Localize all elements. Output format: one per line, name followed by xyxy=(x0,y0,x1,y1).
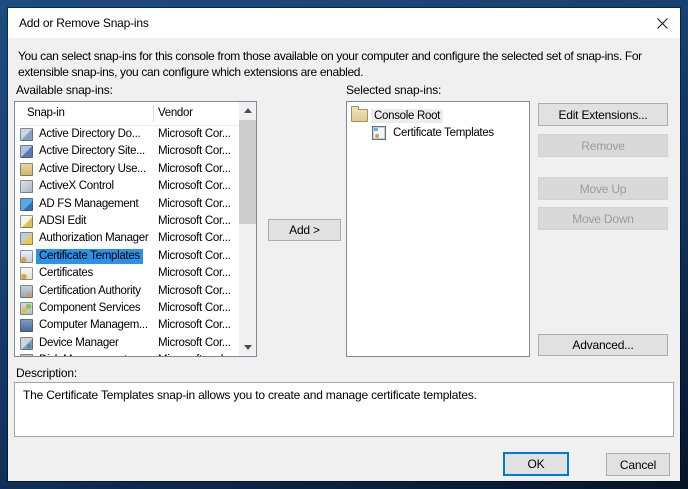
component-services-icon xyxy=(20,302,33,315)
computer-management-icon xyxy=(20,319,33,332)
available-snapins-label: Available snap-ins: xyxy=(16,83,113,97)
list-header: Snap-in Vendor xyxy=(15,102,239,126)
adsi-edit-icon xyxy=(20,215,33,228)
edit-extensions-button[interactable]: Edit Extensions... xyxy=(538,103,668,126)
scrollbar-thumb[interactable] xyxy=(239,120,256,224)
snapin-name: Active Directory Use... xyxy=(36,162,149,177)
snapin-name: Computer Managem... xyxy=(36,318,151,333)
chevron-down-icon xyxy=(244,345,252,350)
snapin-vendor: Microsoft Cor... xyxy=(158,127,231,142)
ok-button[interactable]: OK xyxy=(503,452,569,476)
desktop-background: Add or Remove Snap-ins You can select sn… xyxy=(0,0,688,489)
snapin-row[interactable]: Authorization Manager Microsoft Cor... xyxy=(15,230,239,247)
selected-snapins-tree: Console Root Certificate Templates xyxy=(346,101,530,357)
snapin-row[interactable]: ActiveX Control Microsoft Cor... xyxy=(15,178,239,195)
title-bar: Add or Remove Snap-ins xyxy=(8,8,680,38)
certificate-templates-icon xyxy=(20,250,33,263)
close-icon xyxy=(656,17,669,30)
column-header-snapin[interactable]: Snap-in xyxy=(27,107,65,119)
snapin-vendor: Microsoft Cor... xyxy=(158,144,231,159)
scrollbar-up-button[interactable] xyxy=(239,102,256,119)
active-directory-users-icon xyxy=(20,163,33,176)
dialog-title: Add or Remove Snap-ins xyxy=(19,16,149,30)
snapin-vendor: Microsoft and... xyxy=(158,353,232,356)
snapin-vendor: Microsoft Cor... xyxy=(158,318,231,333)
snapin-row[interactable]: AD FS Management Microsoft Cor... xyxy=(15,196,239,213)
tree-item-console-root[interactable]: Console Root xyxy=(347,107,529,124)
tree-children-container: Certificate Templates xyxy=(347,124,529,141)
snapin-row[interactable]: Certificates Microsoft Cor... xyxy=(15,265,239,282)
disk-management-icon xyxy=(20,354,33,356)
snapin-name: Device Manager xyxy=(36,336,122,351)
snapin-row[interactable]: Device Manager Microsoft Cor... xyxy=(15,335,239,352)
snapin-row[interactable]: Active Directory Do... Microsoft Cor... xyxy=(15,126,239,143)
snapin-name: Component Services xyxy=(36,301,143,316)
remove-button: Remove xyxy=(538,134,668,157)
snapin-vendor: Microsoft Cor... xyxy=(158,231,231,246)
snapin-row[interactable]: Disk Management Microsoft and... xyxy=(15,352,239,356)
snapin-name: ActiveX Control xyxy=(36,179,117,194)
tree-item-label: Certificate Templates xyxy=(390,126,497,140)
snapin-vendor: Microsoft Cor... xyxy=(158,336,231,351)
close-button[interactable] xyxy=(644,8,680,38)
add-remove-snapins-dialog: Add or Remove Snap-ins You can select sn… xyxy=(8,8,680,481)
certificate-templates-icon xyxy=(372,126,386,140)
snapin-row[interactable]: ADSI Edit Microsoft Cor... xyxy=(15,213,239,230)
description-label: Description: xyxy=(16,366,77,380)
move-down-button: Move Down xyxy=(538,207,668,230)
snapin-vendor: Microsoft Cor... xyxy=(158,179,231,194)
scrollbar-down-button[interactable] xyxy=(239,339,256,356)
snapin-vendor: Microsoft Cor... xyxy=(158,266,231,281)
snapin-name: Certificates xyxy=(36,266,96,281)
snapin-row[interactable]: Active Directory Site... Microsoft Cor... xyxy=(15,143,239,160)
move-up-button: Move Up xyxy=(538,177,668,200)
snapin-name: Certification Authority xyxy=(36,284,144,299)
snapin-name: Disk Management xyxy=(36,353,130,356)
available-snapins-list: Snap-in Vendor Active Directory Do... Mic… xyxy=(14,101,257,357)
snapin-name: Active Directory Do... xyxy=(36,127,143,142)
folder-icon xyxy=(351,109,368,122)
ad-fs-management-icon xyxy=(20,198,33,211)
column-divider[interactable] xyxy=(153,105,154,122)
snapin-vendor: Microsoft Cor... xyxy=(158,301,231,316)
activex-control-icon xyxy=(20,180,33,193)
snapin-vendor: Microsoft Cor... xyxy=(158,249,231,264)
tree-item-label: Console Root xyxy=(371,109,443,123)
snapin-vendor: Microsoft Cor... xyxy=(158,162,231,177)
active-directory-domains-icon xyxy=(20,128,33,141)
selected-snapins-label: Selected snap-ins: xyxy=(346,83,441,97)
dialog-intro-text: You can select snap-ins for this console… xyxy=(18,49,670,80)
snapin-row[interactable]: Certificate Templates Microsoft Cor... xyxy=(15,248,239,265)
snapin-rows-container: Active Directory Do...Microsoft Cor...Ac… xyxy=(15,126,239,356)
snapin-name: AD FS Management xyxy=(36,197,141,212)
snapin-name: ADSI Edit xyxy=(36,214,89,229)
authorization-manager-icon xyxy=(20,232,33,245)
snapin-name: Active Directory Site... xyxy=(36,144,148,159)
description-box: The Certificate Templates snap-in allows… xyxy=(14,382,674,437)
snapin-name: Certificate Templates xyxy=(36,249,143,264)
certification-authority-icon xyxy=(20,285,33,298)
column-header-vendor[interactable]: Vendor xyxy=(158,107,193,119)
certificates-icon xyxy=(20,267,33,280)
active-directory-sites-icon xyxy=(20,145,33,158)
snapin-row[interactable]: Component Services Microsoft Cor... xyxy=(15,300,239,317)
chevron-up-icon xyxy=(244,108,252,113)
list-scrollbar[interactable] xyxy=(239,102,256,356)
snapin-vendor: Microsoft Cor... xyxy=(158,214,231,229)
snapin-row[interactable]: Computer Managem... Microsoft Cor... xyxy=(15,317,239,334)
add-button[interactable]: Add > xyxy=(268,219,341,241)
snapin-vendor: Microsoft Cor... xyxy=(158,197,231,212)
tree-item-child[interactable]: Certificate Templates xyxy=(347,124,529,141)
snapin-name: Authorization Manager xyxy=(36,231,151,246)
snapin-row[interactable]: Active Directory Use... Microsoft Cor... xyxy=(15,161,239,178)
snapin-row[interactable]: Certification Authority Microsoft Cor... xyxy=(15,283,239,300)
advanced-button[interactable]: Advanced... xyxy=(538,334,668,356)
snapin-vendor: Microsoft Cor... xyxy=(158,284,231,299)
device-manager-icon xyxy=(20,337,33,350)
cancel-button[interactable]: Cancel xyxy=(606,453,670,476)
